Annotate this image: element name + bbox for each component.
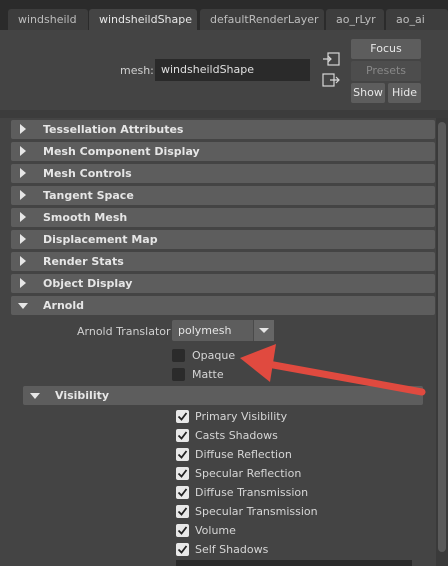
arnold-translator-dropdown[interactable]: polymesh bbox=[172, 320, 274, 341]
focus-button[interactable]: Focus bbox=[351, 39, 421, 59]
tab-windsheild[interactable]: windsheild bbox=[8, 9, 88, 30]
specular-reflection-label: Specular Reflection bbox=[195, 467, 302, 480]
dropdown-value: polymesh bbox=[178, 324, 232, 337]
collapsed-arrow-icon bbox=[20, 234, 26, 244]
check-icon bbox=[177, 488, 188, 497]
section-smooth-mesh[interactable]: Smooth Mesh bbox=[11, 208, 435, 227]
collapsed-arrow-icon bbox=[20, 168, 26, 178]
expanded-arrow-icon bbox=[30, 393, 40, 399]
specular-transmission-checkbox[interactable] bbox=[176, 505, 189, 518]
load-output-icon[interactable] bbox=[322, 73, 340, 87]
tab-windsheildshape[interactable]: windsheildShape bbox=[89, 9, 197, 30]
check-icon bbox=[177, 507, 188, 516]
section-render-stats[interactable]: Render Stats bbox=[11, 252, 435, 271]
volume-checkbox[interactable] bbox=[176, 524, 189, 537]
check-icon bbox=[177, 469, 188, 478]
mesh-name-field[interactable]: windsheildShape bbox=[155, 59, 310, 81]
check-icon bbox=[177, 412, 188, 421]
diffuse-transmission-label: Diffuse Transmission bbox=[195, 486, 309, 499]
scrollbar-thumb[interactable] bbox=[438, 122, 446, 552]
diffuse-reflection-label: Diffuse Reflection bbox=[195, 448, 292, 461]
arnold-translator-label: Arnold Translator bbox=[77, 325, 171, 338]
primary-visibility-label: Primary Visibility bbox=[195, 410, 288, 423]
self-shadows-checkbox[interactable] bbox=[176, 543, 189, 556]
tab-ao-ai[interactable]: ao_ai bbox=[386, 9, 448, 30]
section-arnold[interactable]: Arnold bbox=[11, 296, 435, 315]
tab-bar: windsheild windsheildShape defaultRender… bbox=[0, 0, 448, 30]
expanded-arrow-icon bbox=[18, 303, 28, 309]
collapsed-arrow-icon bbox=[20, 190, 26, 200]
section-tangent-space[interactable]: Tangent Space bbox=[11, 186, 435, 205]
collapsed-arrow-icon bbox=[20, 212, 26, 222]
mesh-label: mesh: bbox=[120, 64, 154, 77]
matte-label: Matte bbox=[192, 368, 224, 381]
primary-visibility-checkbox[interactable] bbox=[176, 410, 189, 423]
self-shadows-label: Self Shadows bbox=[195, 543, 269, 556]
section-object-display[interactable]: Object Display bbox=[11, 274, 435, 293]
section-displacement-map[interactable]: Displacement Map bbox=[11, 230, 435, 249]
matte-checkbox[interactable] bbox=[172, 368, 185, 381]
check-icon bbox=[177, 545, 188, 554]
tab-defaultrenderlayer[interactable]: defaultRenderLayer bbox=[200, 9, 324, 30]
section-mesh-controls[interactable]: Mesh Controls bbox=[11, 164, 435, 183]
presets-button[interactable]: Presets bbox=[351, 61, 421, 81]
specular-transmission-label: Specular Transmission bbox=[195, 505, 318, 518]
partial-field[interactable] bbox=[176, 560, 412, 566]
tab-ao-rlyr[interactable]: ao_rLyr bbox=[326, 9, 384, 30]
collapsed-arrow-icon bbox=[20, 256, 26, 266]
collapsed-arrow-icon bbox=[20, 278, 26, 288]
opaque-label: Opaque bbox=[192, 349, 236, 362]
casts-shadows-checkbox[interactable] bbox=[176, 429, 189, 442]
load-input-icon[interactable] bbox=[322, 52, 340, 66]
hide-button[interactable]: Hide bbox=[388, 83, 421, 103]
show-button[interactable]: Show bbox=[351, 83, 385, 103]
collapsed-arrow-icon bbox=[20, 146, 26, 156]
check-icon bbox=[177, 450, 188, 459]
opaque-checkbox[interactable] bbox=[172, 349, 185, 362]
specular-reflection-checkbox[interactable] bbox=[176, 467, 189, 480]
check-icon bbox=[177, 526, 188, 535]
diffuse-reflection-checkbox[interactable] bbox=[176, 448, 189, 461]
section-mesh-component-display[interactable]: Mesh Component Display bbox=[11, 142, 435, 161]
section-visibility[interactable]: Visibility bbox=[23, 386, 423, 405]
volume-label: Volume bbox=[195, 524, 236, 537]
section-tessellation-attributes[interactable]: Tessellation Attributes bbox=[11, 120, 435, 139]
chevron-down-icon[interactable] bbox=[253, 320, 274, 341]
diffuse-transmission-checkbox[interactable] bbox=[176, 486, 189, 499]
collapsed-arrow-icon bbox=[20, 124, 26, 134]
check-icon bbox=[177, 431, 188, 440]
casts-shadows-label: Casts Shadows bbox=[195, 429, 278, 442]
